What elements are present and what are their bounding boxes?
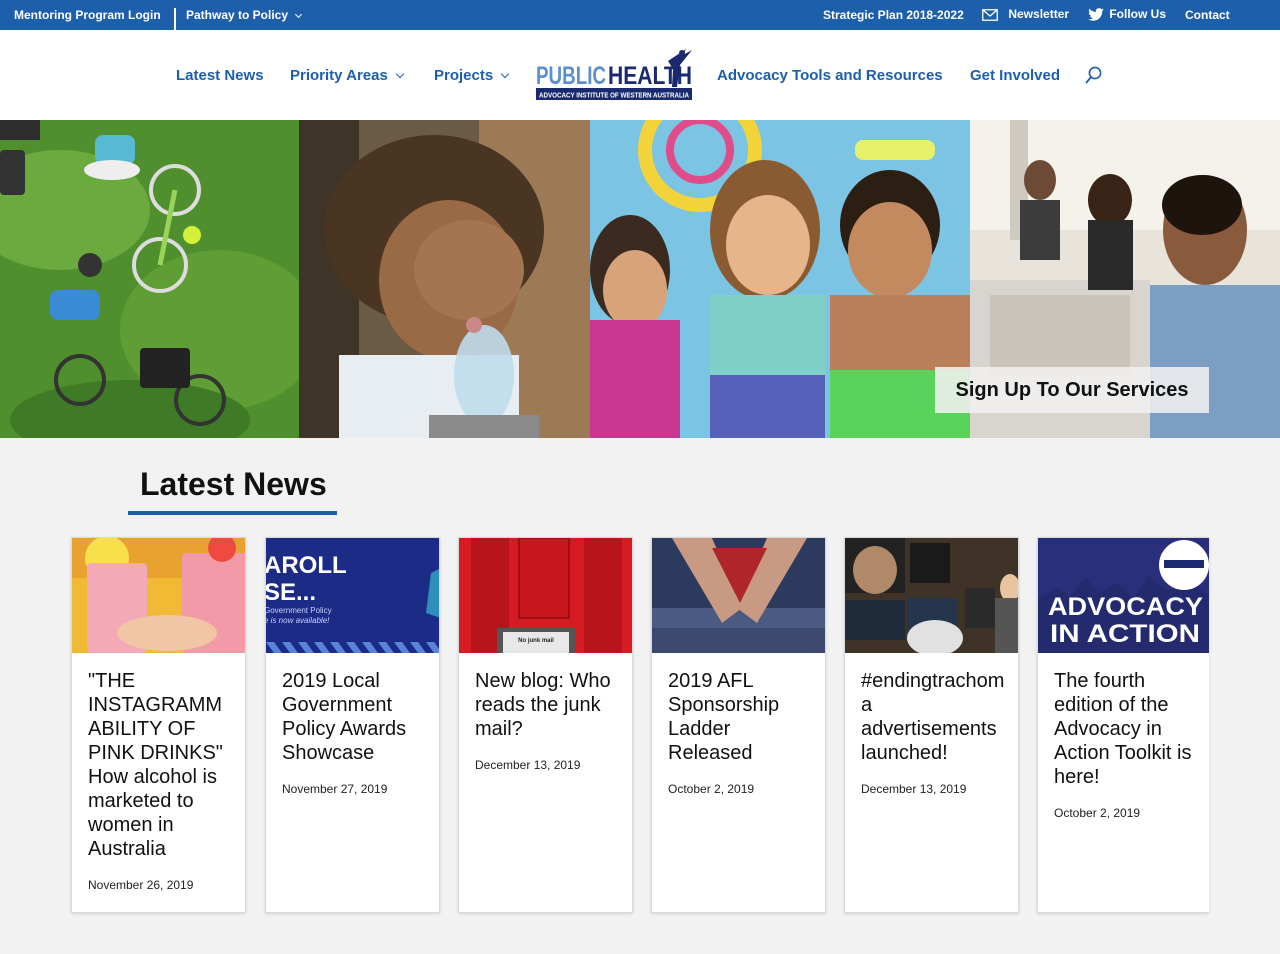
logo-public-text: PUBLIC: [536, 62, 606, 90]
latest-news-heading: Latest News: [140, 466, 327, 502]
news-thumbnail-payroll: AROLL SE... Government Policy e is now a…: [266, 538, 439, 653]
contact-link[interactable]: Contact: [1185, 8, 1230, 22]
pathway-label: Pathway to Policy: [186, 8, 289, 22]
hero-image-girl-water: [299, 120, 590, 438]
news-card-title: New blog: Who reads the junk mail?: [475, 670, 611, 740]
thumb-text-1: No junk mail: [518, 638, 554, 644]
news-card-title: "THE INSTAGRAMMABILITY OF PINK DRINKS" H…: [88, 670, 223, 860]
nav-projects-label: Projects: [434, 67, 494, 84]
public-health-logo: PUBLIC HEALTH ADVOCACY INSTITUTE OF WEST…: [536, 49, 692, 100]
logo-subtitle-text: ADVOCACY INSTITUTE OF WESTERN AUSTRALIA: [539, 91, 689, 100]
nav-latest-news[interactable]: Latest News: [176, 67, 264, 84]
thumb-text-4: e is now available!: [266, 616, 330, 625]
follow-us-link[interactable]: Follow Us: [1088, 7, 1167, 22]
news-card-date: December 13, 2019: [475, 758, 581, 772]
news-card-title: 2019 AFL Sponsorship Ladder Released: [668, 670, 780, 764]
news-thumbnail-pink-drinks: [72, 538, 245, 653]
news-thumbnail-trachoma-studio: [845, 538, 1018, 653]
news-card[interactable]: "THE INSTAGRAMMABILITY OF PINK DRINKS" H…: [71, 537, 246, 913]
heading-underline: [128, 511, 337, 515]
thumb-text-1: AROLL: [266, 552, 347, 579]
top-bar: Mentoring Program Login Pathway to Polic…: [0, 0, 1280, 30]
search-icon[interactable]: [1085, 66, 1103, 89]
news-card[interactable]: #endingtrachoma advertisements launched!…: [844, 537, 1019, 913]
news-card-title: #endingtrachoma advertisements launched!: [861, 670, 1005, 764]
nav-advocacy-tools[interactable]: Advocacy Tools and Resources: [717, 67, 943, 84]
mentoring-login-link[interactable]: Mentoring Program Login: [14, 8, 161, 22]
site-logo[interactable]: PUBLIC HEALTH ADVOCACY INSTITUTE OF WEST…: [536, 47, 694, 103]
news-card[interactable]: 2019 AFL Sponsorship Ladder Released Oct…: [651, 537, 826, 913]
chevron-down-icon: [294, 10, 303, 19]
news-card-title: 2019 Local Government Policy Awards Show…: [282, 670, 407, 764]
chevron-down-icon: [500, 69, 510, 79]
main-header: Latest News Priority Areas Projects PUBL…: [0, 30, 1280, 120]
news-card[interactable]: ADVOCACY IN ACTION The fourth edition of…: [1037, 537, 1209, 913]
newsletter-label: Newsletter: [1008, 7, 1070, 21]
sign-up-button[interactable]: Sign Up To Our Services: [935, 367, 1209, 413]
envelope-icon: [982, 8, 998, 21]
news-card-date: November 26, 2019: [88, 878, 194, 892]
news-thumbnail-junk-mail: No junk mail: [459, 538, 632, 653]
news-thumbnail-advocacy-in-action: ADVOCACY IN ACTION: [1038, 538, 1209, 653]
nav-priority-areas[interactable]: Priority Areas: [290, 67, 405, 84]
thumb-text-3: Government Policy: [266, 606, 332, 615]
nav-priority-areas-label: Priority Areas: [290, 67, 388, 84]
news-card[interactable]: AROLL SE... Government Policy e is now a…: [265, 537, 440, 913]
news-card-title: The fourth edition of the Advocacy in Ac…: [1054, 670, 1192, 788]
twitter-icon: [1088, 8, 1104, 22]
strategic-plan-link[interactable]: Strategic Plan 2018-2022: [823, 8, 964, 22]
news-card-date: December 13, 2019: [861, 782, 967, 796]
news-card-date: October 2, 2019: [668, 782, 755, 796]
nav-projects[interactable]: Projects: [434, 67, 510, 84]
follow-us-label: Follow Us: [1109, 7, 1167, 21]
nav-get-involved[interactable]: Get Involved: [970, 67, 1060, 84]
pathway-to-policy-menu[interactable]: Pathway to Policy: [186, 8, 303, 22]
thumb-text-2: IN ACTION: [1050, 620, 1200, 648]
news-card-date: November 27, 2019: [282, 782, 388, 796]
hero-image-kids-pool: [590, 120, 970, 438]
chevron-down-icon: [395, 69, 405, 79]
thumb-text-2: SE...: [266, 579, 316, 606]
news-card[interactable]: No junk mail New blog: Who reads the jun…: [458, 537, 633, 913]
top-bar-divider: [174, 8, 176, 30]
thumb-text-1: ADVOCACY: [1048, 593, 1203, 621]
news-thumbnail-afl-hands: [652, 538, 825, 653]
newsletter-link[interactable]: Newsletter: [982, 7, 1069, 21]
news-card-date: October 2, 2019: [1054, 806, 1141, 820]
hero-image-grass-bikes: [0, 120, 299, 438]
